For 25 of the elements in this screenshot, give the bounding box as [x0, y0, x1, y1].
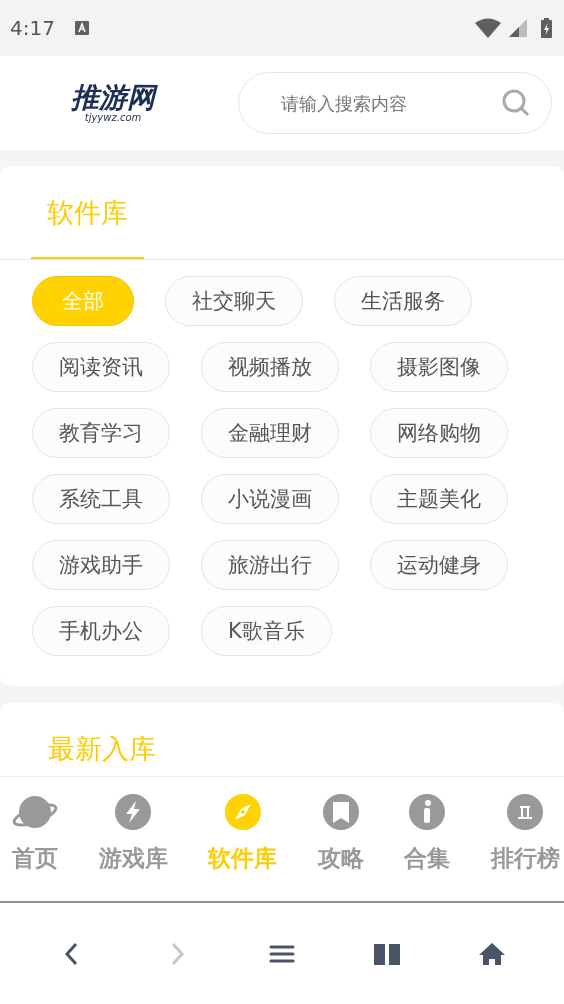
section-title: 最新入库	[48, 733, 156, 764]
category-chip[interactable]: 旅游出行	[201, 540, 339, 590]
search-input[interactable]: 请输入搜索内容	[279, 91, 501, 115]
category-chip[interactable]: 运动健身	[370, 540, 508, 590]
category-chip[interactable]: K歌音乐	[201, 606, 332, 656]
category-chip[interactable]: 网络购物	[370, 408, 508, 458]
category-chip[interactable]: 视频播放	[201, 342, 339, 392]
category-chip[interactable]: 金融理财	[201, 408, 339, 458]
category-chip[interactable]: 社交聊天	[165, 276, 303, 326]
category-chip[interactable]: 阅读资讯	[32, 342, 170, 392]
site-logo[interactable]: 推游网 tjyywz.com	[58, 83, 168, 123]
category-chip[interactable]: 系统工具	[32, 474, 170, 524]
category-chip[interactable]: 游戏助手	[32, 540, 170, 590]
battery-icon	[541, 18, 552, 38]
status-time: 4:17	[10, 16, 55, 40]
category-chip[interactable]: 手机办公	[32, 606, 170, 656]
signal-icon	[509, 19, 527, 37]
category-chip[interactable]: 生活服务	[334, 276, 472, 326]
wifi-icon	[475, 18, 501, 38]
planet-icon	[12, 793, 58, 831]
category-chip[interactable]: 摄影图像	[370, 342, 508, 392]
category-chip[interactable]: 教育学习	[32, 408, 170, 458]
category-chip[interactable]: 小说漫画	[201, 474, 339, 524]
category-chip[interactable]: 主题美化	[370, 474, 508, 524]
keyboard-icon	[74, 21, 89, 35]
